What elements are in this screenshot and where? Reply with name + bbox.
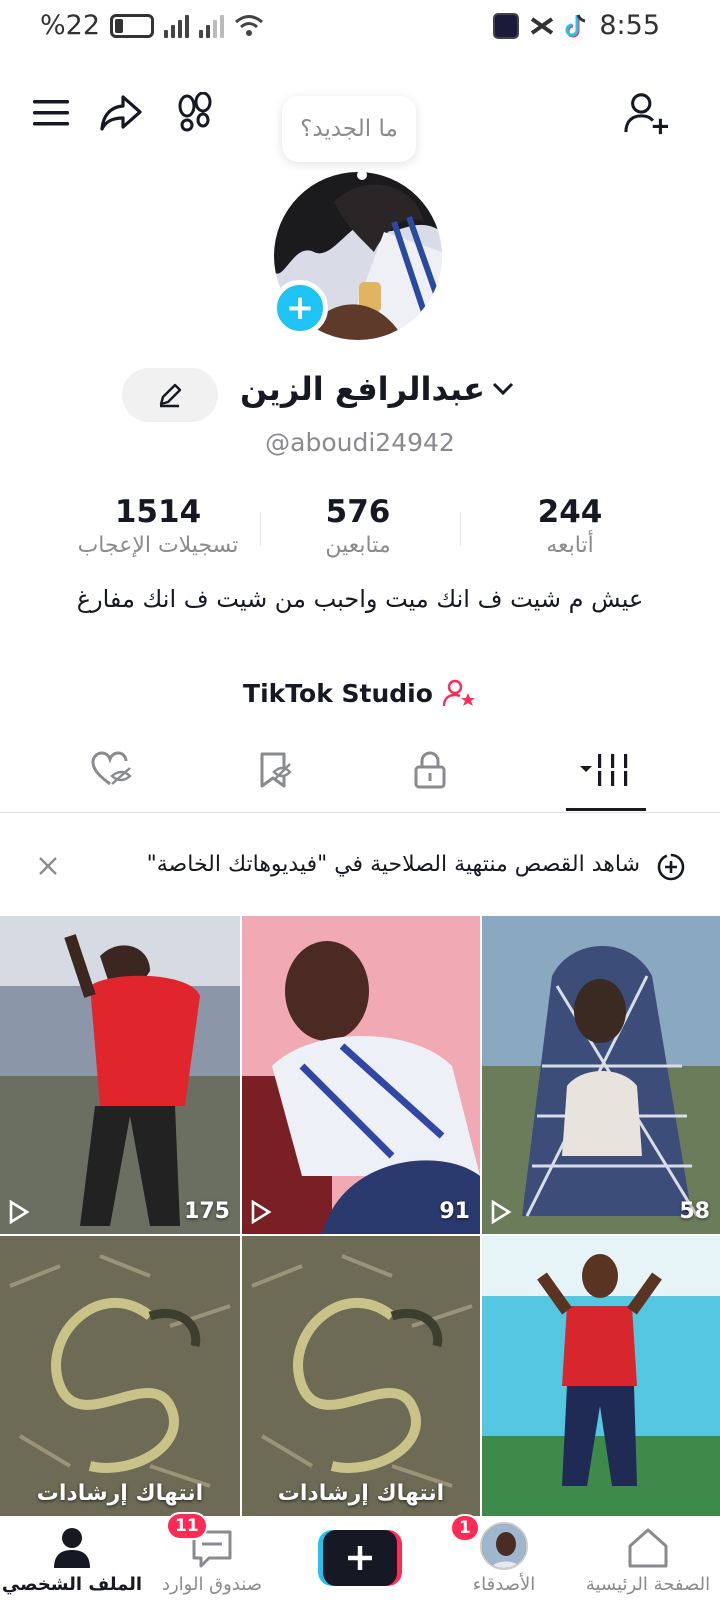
whats-new-bubble[interactable]: ما الجديد؟ [282, 96, 416, 162]
stat-following-label: أتابعه [546, 533, 594, 559]
app-notification-icon [493, 12, 520, 39]
share-icon[interactable] [98, 90, 144, 136]
signal-icon-2 [199, 14, 225, 38]
stat-following[interactable]: 244 أتابعه [470, 494, 670, 558]
tiktok-icon [565, 13, 586, 37]
bottom-nav: الصفحة الرئيسية الأصدقاء 1 صندوق الوارد … [0, 1512, 720, 1612]
tabs-divider [0, 812, 720, 813]
profile-bio: عيش م شيت ف انك ميت واحبب من شيت ف انك م… [76, 585, 644, 613]
nav-profile-label: الملف الشخصي [1, 1574, 143, 1595]
nav-profile[interactable]: الملف الشخصي [0, 1516, 144, 1612]
view-count: 175 [184, 1199, 230, 1224]
add-story-icon[interactable]: + [272, 280, 328, 336]
nav-home[interactable]: الصفحة الرئيسية [576, 1516, 720, 1612]
stat-likes[interactable]: 1514 تسجيلات الإعجاب [58, 494, 258, 558]
status-bar: %22 8:55 [0, 0, 720, 56]
signal-icon [164, 14, 190, 38]
footprints-icon[interactable] [172, 90, 218, 136]
capcut-icon [531, 16, 554, 35]
play-icon [251, 1200, 272, 1224]
profile-tabs [0, 730, 720, 810]
nav-friends[interactable]: الأصدقاء 1 [432, 1514, 576, 1612]
video-thumbnail[interactable]: 91 [242, 916, 480, 1234]
stat-followers-label: متابعين [325, 533, 391, 559]
grid-icon [580, 754, 630, 786]
bookmark-hidden-icon [260, 752, 292, 788]
pencil-icon [159, 383, 182, 408]
tab-videos[interactable] [546, 730, 666, 810]
add-friend-icon[interactable] [624, 90, 670, 136]
video-thumbnail[interactable]: انتهاك إرشادات [242, 1236, 480, 1516]
studio-label: TikTok Studio [243, 678, 433, 708]
profile-name: عبدالرافع الزين [240, 370, 485, 408]
video-thumbnail[interactable]: 175 [0, 916, 240, 1234]
nav-inbox[interactable]: صندوق الوارد 11 [140, 1512, 284, 1612]
friend-avatar [480, 1522, 528, 1570]
view-count: 91 [439, 1199, 470, 1224]
stat-divider [460, 512, 461, 546]
friends-badge: 1 [450, 1514, 480, 1542]
tab-active-indicator [566, 808, 646, 811]
nav-home-label: الصفحة الرئيسية [585, 1574, 711, 1595]
bubble-text: ما الجديد؟ [300, 116, 398, 142]
view-count: 58 [679, 1199, 710, 1224]
creator-star-icon [442, 679, 475, 707]
play-icon [9, 1200, 30, 1224]
edit-profile-button[interactable] [122, 368, 218, 422]
stat-followers[interactable]: 576 متابعين [258, 494, 458, 558]
stat-divider [260, 512, 261, 546]
nav-friends-label: الأصدقاء [472, 1574, 536, 1595]
stat-following-value: 244 [537, 494, 603, 530]
chevron-down-icon [492, 382, 513, 396]
battery-icon [110, 13, 155, 38]
inbox-badge: 11 [166, 1512, 208, 1540]
tiktok-studio-link[interactable]: TikTok Studio [0, 678, 720, 708]
banner-text: شاهد القصص منتهية الصلاحية في "فيديوهاتك… [146, 852, 640, 877]
nav-inbox-label: صندوق الوارد [161, 1574, 263, 1595]
stat-likes-value: 1514 [114, 494, 202, 530]
bubble-pointer [357, 170, 367, 180]
create-button[interactable] [318, 1530, 402, 1586]
play-icon [491, 1200, 512, 1224]
wifi-icon [235, 14, 263, 36]
heart-hidden-icon [91, 751, 132, 786]
guideline-violation-label: انتهاك إرشادات [36, 1481, 204, 1506]
video-thumbnail[interactable] [482, 1236, 720, 1516]
tab-private[interactable] [370, 730, 490, 810]
video-thumbnail[interactable]: 58 [482, 916, 720, 1234]
guideline-violation-label: انتهاك إرشادات [277, 1481, 445, 1506]
close-icon[interactable] [38, 856, 58, 876]
stat-followers-value: 576 [325, 494, 391, 530]
stat-likes-label: تسجيلات الإعجاب [77, 533, 239, 559]
profile-handle: @aboudi24942 [265, 428, 455, 457]
battery-percent: %22 [40, 10, 101, 41]
video-thumbnail[interactable]: انتهاك إرشادات [0, 1236, 240, 1516]
tab-reposts[interactable] [214, 730, 334, 810]
account-switcher[interactable]: عبدالرافع الزين [240, 370, 515, 408]
home-icon [628, 1528, 668, 1568]
clock: 8:55 [599, 10, 660, 41]
expired-stories-banner[interactable]: شاهد القصص منتهية الصلاحية في "فيديوهاتك… [0, 822, 720, 910]
tab-liked[interactable] [52, 730, 172, 810]
story-plus-icon [657, 853, 685, 881]
profile-icon [54, 1528, 90, 1568]
menu-icon[interactable] [28, 90, 74, 136]
lock-icon [414, 751, 446, 789]
